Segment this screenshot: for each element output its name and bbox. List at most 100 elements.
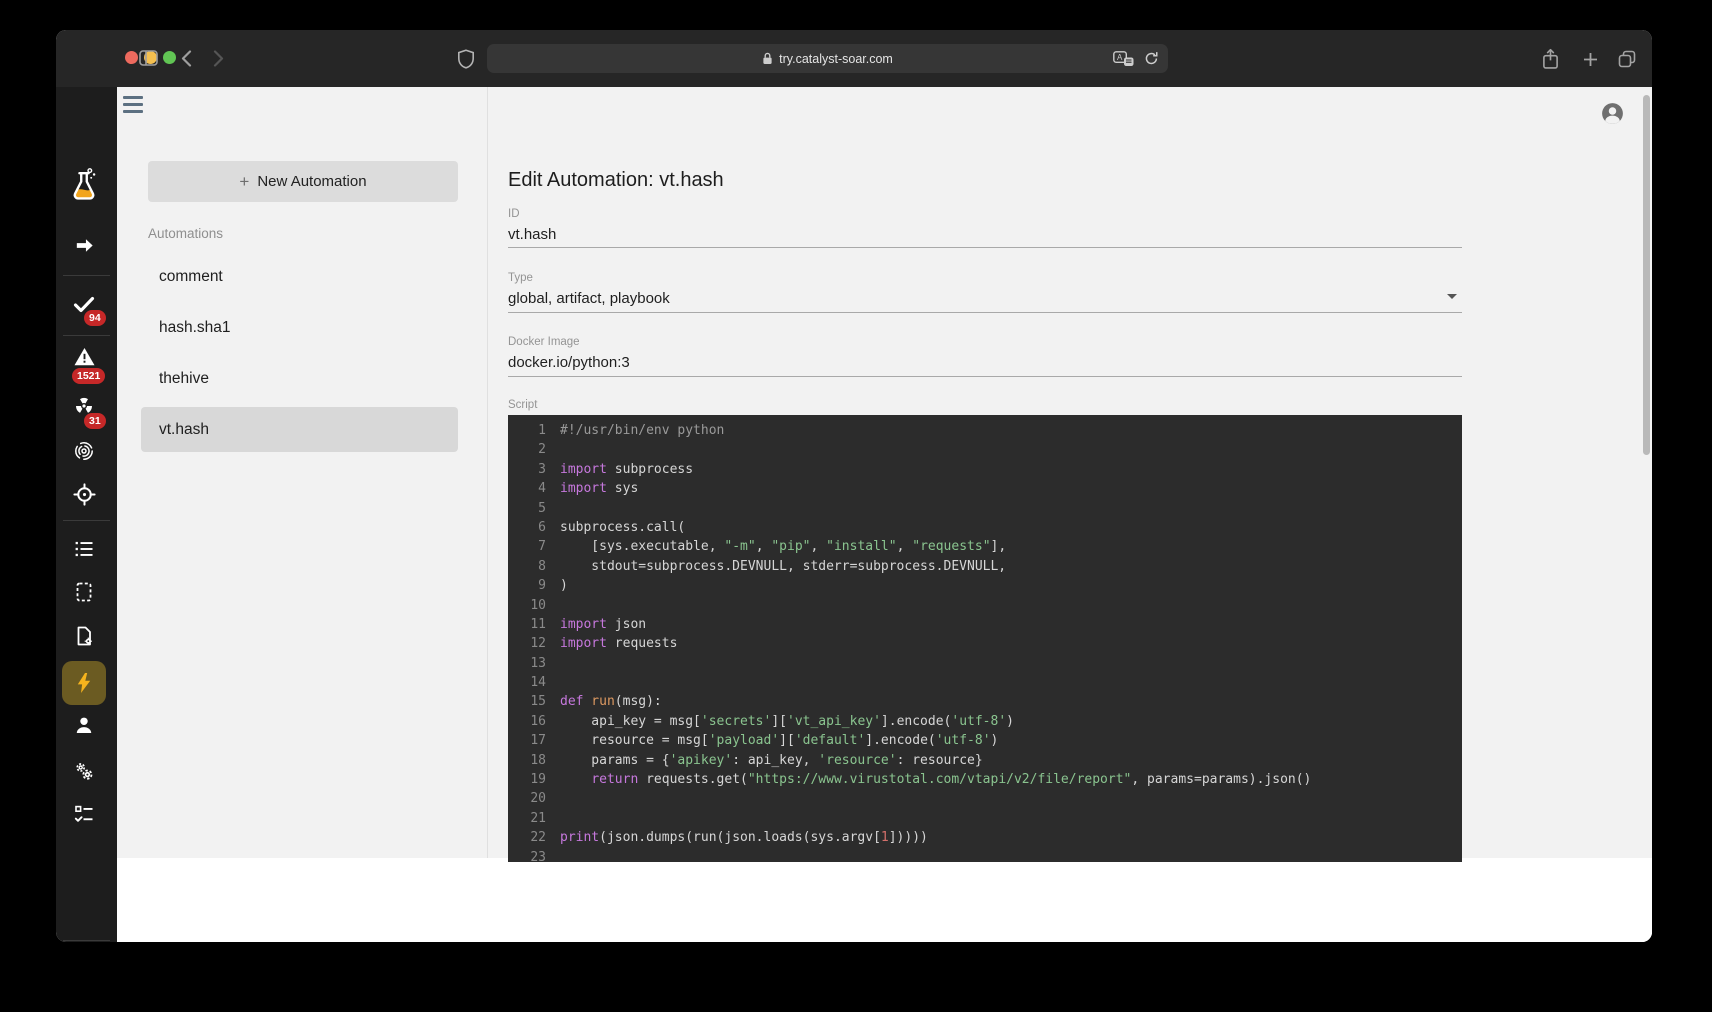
reload-icon <box>1144 51 1159 66</box>
warning-triangle-icon <box>72 345 97 369</box>
tasks-badge: 94 <box>84 310 106 326</box>
code-line: 23 <box>508 848 1462 862</box>
sidebar-divider <box>63 275 110 276</box>
docker-image-input[interactable]: docker.io/python:3 <box>508 354 630 371</box>
code-line: 21 <box>508 809 1462 828</box>
menu-icon <box>123 96 143 99</box>
panel-divider <box>487 87 488 858</box>
sidebar-item-fingerprint[interactable] <box>64 431 104 471</box>
id-input[interactable]: vt.hash <box>508 226 556 243</box>
page-title: Edit Automation: vt.hash <box>508 169 724 192</box>
code-line: 9) <box>508 576 1462 595</box>
new-automation-button[interactable]: + New Automation <box>148 161 458 202</box>
arrow-right-icon <box>73 234 96 257</box>
code-line: 1#!/usr/bin/env python <box>508 421 1462 440</box>
sidebar-item-settings[interactable] <box>64 751 104 791</box>
privacy-shield-button[interactable] <box>457 48 475 70</box>
code-line: 6subprocess.call( <box>508 518 1462 537</box>
app-sidebar: 94 1521 31 <box>56 87 117 942</box>
sidebar-item-start[interactable] <box>64 225 104 265</box>
translate-button[interactable]: A <box>1112 50 1134 68</box>
tabs-icon <box>1618 50 1636 68</box>
page-bottom <box>117 858 1652 942</box>
lightning-bolt-icon <box>72 671 96 695</box>
sidebar-item-files[interactable] <box>64 616 104 656</box>
page-scrollbar[interactable] <box>1643 95 1650 455</box>
close-window-button[interactable] <box>125 51 138 64</box>
code-line: 19 return requests.get("https://www.viru… <box>508 770 1462 789</box>
sidebar-item-dashboard[interactable] <box>64 474 104 514</box>
plus-icon: + <box>239 172 249 192</box>
artifacts-badge: 31 <box>84 413 106 429</box>
sidebar-item-automations[interactable] <box>64 663 104 703</box>
checklist-icon <box>72 802 96 826</box>
plus-icon <box>1583 52 1598 67</box>
shield-icon <box>458 49 474 69</box>
reload-button[interactable] <box>1142 50 1160 68</box>
tab-overview-button[interactable] <box>1617 49 1637 69</box>
zoom-window-button[interactable] <box>163 51 176 64</box>
code-line: 7 [sys.executable, "-m", "pip", "install… <box>508 537 1462 556</box>
sidebar-divider <box>63 335 110 336</box>
type-select[interactable]: global, artifact, playbook <box>508 290 670 307</box>
flask-logo-icon <box>67 167 101 203</box>
fingerprint-icon <box>72 439 96 463</box>
back-button[interactable] <box>179 49 193 67</box>
sidebar-item-playbooks[interactable] <box>64 529 104 569</box>
url-text: try.catalyst-soar.com <box>779 52 893 66</box>
address-bar[interactable]: try.catalyst-soar.com A <box>487 44 1168 73</box>
sidebar-item-users[interactable] <box>64 705 104 745</box>
menu-button[interactable] <box>123 96 145 113</box>
automation-list-item[interactable]: thehive <box>141 356 458 401</box>
code-line: 10 <box>508 596 1462 615</box>
code-line: 20 <box>508 789 1462 808</box>
app-root: 94 1521 31 <box>56 87 1652 942</box>
code-line: 8 stdout=subprocess.DEVNULL, stderr=subp… <box>508 557 1462 576</box>
script-editor[interactable]: 1#!/usr/bin/env python23import subproces… <box>508 415 1462 862</box>
translate-icon: A <box>1113 51 1134 67</box>
sidebar-divider <box>63 940 110 941</box>
account-button[interactable] <box>1599 100 1625 126</box>
app-content: + New Automation Automations commenthash… <box>117 87 1652 942</box>
code-line: 15def run(msg): <box>508 692 1462 711</box>
account-circle-icon <box>1600 101 1625 126</box>
type-underline <box>508 312 1462 313</box>
code-line: 17 resource = msg['payload']['default'].… <box>508 731 1462 750</box>
code-line: 11import json <box>508 615 1462 634</box>
chevron-right-icon <box>213 50 224 67</box>
sidebar-toggle-button[interactable] <box>138 49 158 67</box>
code-line: 3import subprocess <box>508 460 1462 479</box>
browser-toolbar: try.catalyst-soar.com A <box>56 30 1652 88</box>
code-line: 5 <box>508 499 1462 518</box>
code-line: 12import requests <box>508 634 1462 653</box>
code-line: 16 api_key = msg['secrets']['vt_api_key'… <box>508 712 1462 731</box>
person-icon <box>72 713 96 737</box>
id-underline <box>508 247 1462 248</box>
sidebar-item-templates[interactable] <box>64 572 104 612</box>
docker-image-label: Docker Image <box>508 336 580 348</box>
browser-window: try.catalyst-soar.com A <box>56 30 1652 942</box>
new-tab-button[interactable] <box>1581 50 1599 68</box>
code-line: 4import sys <box>508 479 1462 498</box>
automation-list-item[interactable]: hash.sha1 <box>141 305 458 350</box>
code-lines: 1#!/usr/bin/env python23import subproces… <box>508 421 1462 862</box>
chevron-down-icon[interactable] <box>1447 294 1457 299</box>
catalyst-logo <box>64 165 104 205</box>
automation-list-item[interactable]: vt.hash <box>141 407 458 452</box>
code-line: 14 <box>508 673 1462 692</box>
list-icon <box>72 537 96 561</box>
sidebar-item-rules[interactable] <box>64 794 104 834</box>
gears-icon <box>72 759 96 783</box>
script-label: Script <box>508 399 537 411</box>
forward-button[interactable] <box>211 49 225 67</box>
dashed-document-icon <box>72 580 96 604</box>
sidebar-divider <box>63 520 110 521</box>
document-gear-icon <box>72 624 96 648</box>
svg-text:A: A <box>1117 53 1123 62</box>
share-button[interactable] <box>1540 47 1560 71</box>
automation-list-item[interactable]: comment <box>141 254 458 299</box>
docker-image-underline <box>508 376 1462 377</box>
lock-icon <box>762 52 773 65</box>
alerts-badge: 1521 <box>72 368 105 384</box>
type-label: Type <box>508 272 533 284</box>
